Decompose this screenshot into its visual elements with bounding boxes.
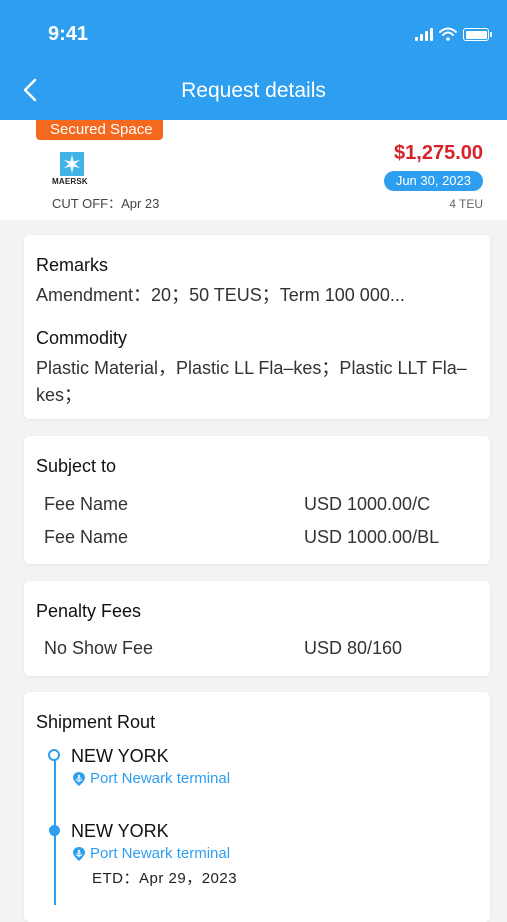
route-stop-etd: ETD：Apr 29，2023 bbox=[92, 870, 238, 887]
route-stop-city: NEW YORK bbox=[71, 821, 169, 841]
route-stop-city: NEW YORK bbox=[71, 746, 169, 766]
stop-marker-icon bbox=[49, 825, 60, 836]
battery-icon bbox=[463, 28, 492, 41]
route-stop-port-label: Port Newark terminal bbox=[90, 770, 231, 787]
header: 9:41 Request details bbox=[0, 0, 507, 120]
signal-icon bbox=[415, 27, 433, 41]
maersk-logo: MAERSK bbox=[52, 152, 92, 186]
fee-name: Fee Name bbox=[44, 527, 129, 547]
remarks-text: Amendment：20；50 TEUS；Term 100 000... bbox=[36, 285, 405, 305]
penalty-fees-card: Penalty Fees No Show Fee USD 80/160 bbox=[24, 581, 490, 676]
route-stop-port-label: Port Newark terminal bbox=[90, 845, 231, 862]
fee-name: Fee Name bbox=[44, 494, 129, 514]
fee-row: Fee Name USD 1000.00/C bbox=[44, 494, 478, 520]
subject-to-title: Subject to bbox=[36, 456, 117, 476]
fee-row: Fee Name USD 1000.00/BL bbox=[44, 527, 478, 553]
secured-space-badge: Secured Space bbox=[36, 120, 163, 140]
remarks-title: Remarks bbox=[36, 255, 109, 275]
route-stop-port[interactable]: Port Newark terminal bbox=[71, 770, 230, 787]
origin-marker-icon bbox=[48, 749, 60, 761]
request-summary: Secured Space MAERSK CUT OFF：Apr 23 $1,2… bbox=[0, 120, 507, 220]
page-title: Request details bbox=[181, 79, 326, 102]
anchor-icon bbox=[73, 846, 85, 861]
penalty-name: No Show Fee bbox=[44, 638, 154, 658]
commodity-text: Plastic Material，Plastic LL Fla–kes；Plas… bbox=[36, 358, 467, 405]
price: $1,275.00 bbox=[394, 142, 483, 164]
wifi-icon bbox=[439, 27, 457, 41]
shipment-route-card: Shipment Rout NEW YORK Port Newark termi… bbox=[24, 692, 490, 922]
status-icons bbox=[415, 25, 492, 41]
route-stop-port[interactable]: Port Newark terminal bbox=[71, 845, 230, 862]
maersk-logo-text: MAERSK bbox=[52, 177, 88, 186]
shipment-route-title: Shipment Rout bbox=[36, 712, 156, 732]
penalty-value: USD 80/160 bbox=[304, 638, 403, 658]
status-time: 9:41 bbox=[48, 23, 89, 45]
penalty-fees-title: Penalty Fees bbox=[36, 601, 142, 621]
maersk-star-icon bbox=[60, 152, 84, 176]
teu-count: 4 TEU bbox=[449, 197, 483, 211]
fee-value: USD 1000.00/C bbox=[304, 494, 431, 514]
fee-value: USD 1000.00/BL bbox=[304, 527, 440, 547]
subject-to-card: Subject to Fee Name USD 1000.00/C Fee Na… bbox=[24, 436, 490, 564]
penalty-row: No Show Fee USD 80/160 bbox=[44, 638, 478, 664]
cutoff-date: CUT OFF：Apr 23 bbox=[52, 196, 160, 211]
commodity-title: Commodity bbox=[36, 328, 128, 348]
remarks-card: Remarks Amendment：20；50 TEUS；Term 100 00… bbox=[24, 235, 490, 419]
anchor-icon bbox=[73, 771, 85, 786]
sailing-date-badge: Jun 30, 2023 bbox=[383, 171, 483, 191]
